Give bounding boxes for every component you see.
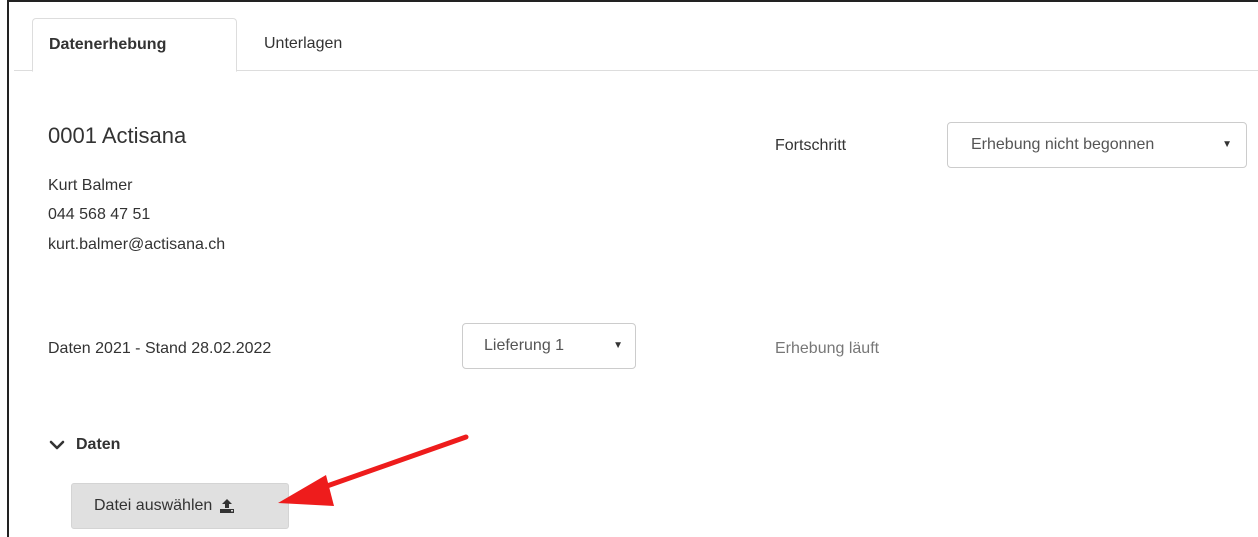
select-file-button[interactable]: Datei auswählen [71, 483, 289, 529]
annotation-arrow [278, 434, 469, 506]
contact-name: Kurt Balmer [48, 177, 133, 194]
organization-title: 0001 Actisana [48, 123, 187, 148]
section-title: Daten [76, 436, 121, 453]
upload-icon [220, 499, 235, 513]
caret-down-icon: ▼ [1222, 139, 1232, 150]
tab-bar: Datenerhebung Unterlagen [14, 18, 1258, 72]
progress-select[interactable]: Erhebung nicht begonnen ▼ [947, 122, 1247, 168]
tab-datenerhebung[interactable]: Datenerhebung [32, 18, 237, 72]
select-file-label: Datei auswählen [94, 497, 213, 514]
window-frame [7, 0, 1258, 537]
chevron-down-icon [49, 440, 65, 450]
tab-unterlagen[interactable]: Unterlagen [248, 18, 358, 71]
progress-label: Fortschritt [775, 137, 847, 154]
collection-status: Erhebung läuft [775, 340, 880, 357]
contact-email: kurt.balmer@actisana.ch [48, 236, 226, 253]
delivery-select[interactable]: Lieferung 1 ▼ [462, 323, 636, 369]
delivery-select-value: Lieferung 1 [484, 337, 565, 354]
section-toggle-daten[interactable]: Daten [48, 436, 120, 454]
caret-down-icon: ▼ [613, 340, 623, 351]
contact-phone: 044 568 47 51 [48, 206, 151, 223]
progress-select-value: Erhebung nicht begonnen [971, 136, 1155, 153]
data-period-label: Daten 2021 - Stand 28.02.2022 [48, 340, 272, 357]
